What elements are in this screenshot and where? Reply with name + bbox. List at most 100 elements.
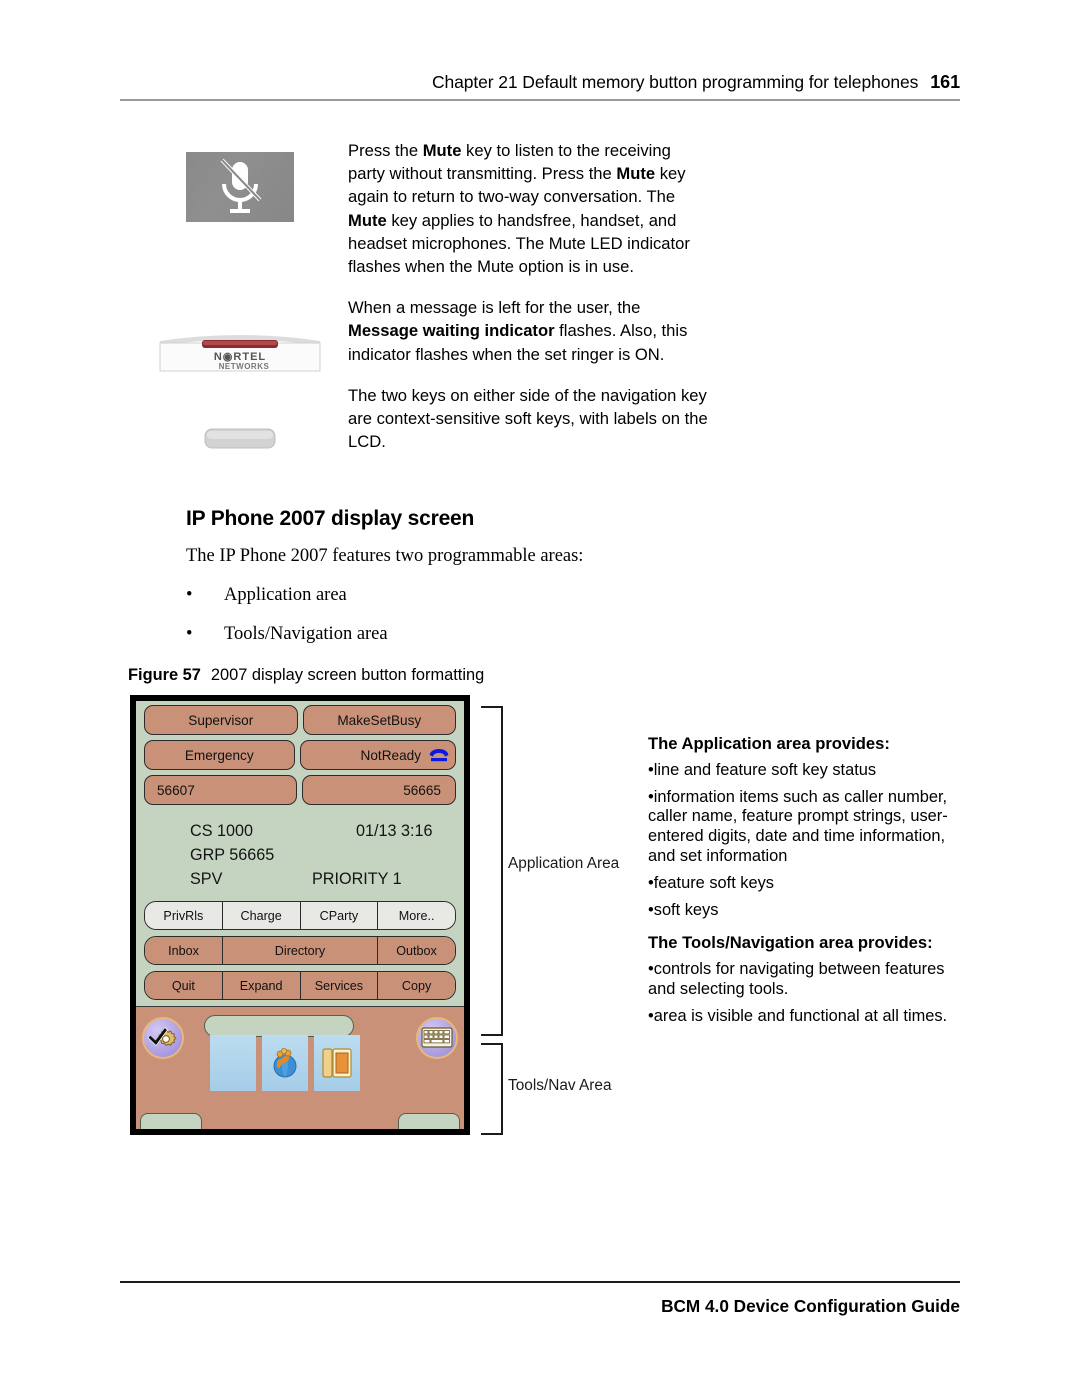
soft-key-services[interactable]: Services (300, 972, 379, 999)
bullet-tools-navigation-area: • Tools/Navigation area (186, 624, 746, 645)
mwi-part1: When a message is left for the user, the (348, 298, 641, 318)
annotation-tools-nav-area: Tools/Nav Area (508, 1077, 612, 1094)
bullet-label: Application area (224, 585, 347, 605)
nortel-phone-top-icon: N◉RTEL NETWORKS (159, 335, 321, 372)
application-area-heading: The Application area provides: (648, 734, 890, 753)
footer-rule (120, 1281, 960, 1283)
feature-key-56607[interactable]: 56607 (144, 775, 297, 805)
mute-microphone-icon (220, 158, 262, 213)
bullet-label: Tools/Navigation area (224, 624, 388, 644)
tools-nav-bottom-left-tab (140, 1113, 202, 1129)
info-group: GRP 56665 (190, 846, 275, 864)
world-globe-icon (273, 1048, 297, 1078)
gear-check-glyph (148, 1027, 177, 1047)
settings-gear-check-icon[interactable] (142, 1017, 184, 1059)
soft-key-copy[interactable]: Copy (378, 972, 455, 999)
tool-tile-phone-directory[interactable] (314, 1035, 360, 1091)
soft-key-row-2: Inbox Directory Outbox (144, 936, 456, 965)
display-info-block: CS 1000 01/13 3:16 GRP 56665 SPV PRIORIT… (144, 810, 456, 901)
keyboard-icon[interactable] (416, 1017, 458, 1059)
header-chapter-text: Chapter 21 Default memory button program… (431, 72, 919, 92)
application-area-region: Supervisor MakeSetBusy Emergency NotRead… (136, 701, 464, 1006)
tools-nav-bottom-right-tab (398, 1113, 460, 1129)
soft-key-row-1: PrivRls Charge CParty More.. (144, 901, 456, 930)
soft-key-cparty[interactable]: CParty (300, 902, 379, 929)
tools-nav-oval-indicator (204, 1015, 354, 1037)
svg-text:NETWORKS: NETWORKS (219, 362, 270, 371)
mute-bold-1: Mute (422, 141, 462, 160)
mute-bold-3: Mute (348, 210, 387, 230)
page-footer: BCM 4.0 Device Configuration Guide (661, 1296, 960, 1316)
header-page-number: 161 (930, 72, 960, 92)
soft-key-outbox[interactable]: Outbox (378, 937, 455, 964)
bullet-application-area: • Application area (186, 585, 746, 606)
info-system-name: CS 1000 (190, 822, 253, 840)
feature-key-label: 56607 (157, 782, 195, 798)
app-bullet-2: information items such as caller number,… (648, 788, 960, 867)
mute-p-part4: key applies to handsfree, handset, and h… (348, 210, 690, 277)
mute-bold-2: Mute (616, 164, 656, 184)
feature-key-label: Supervisor (188, 712, 254, 728)
app-bullet-4: soft keys (648, 901, 960, 921)
feature-key-notready[interactable]: NotReady (299, 740, 456, 770)
feature-key-label: 56665 (403, 782, 441, 798)
feature-key-makesetbusy[interactable]: MakeSetBusy (302, 705, 456, 735)
tool-tile-world-globe[interactable] (262, 1035, 308, 1091)
feature-key-row: Supervisor MakeSetBusy (144, 705, 456, 735)
soft-key-inbox[interactable]: Inbox (145, 937, 223, 964)
soft-key-button-icon (204, 428, 276, 449)
bullet-dot: • (186, 585, 193, 605)
soft-key-row-3: Quit Expand Services Copy (144, 971, 456, 1000)
phone-directory-icon (322, 1048, 352, 1078)
tools-nav-heading: The Tools/Navigation area provides: (648, 933, 933, 953)
page-header: Chapter 21 Default memory button program… (120, 72, 960, 93)
bracket-application-area (481, 706, 503, 1036)
keyboard-glyph (421, 1027, 453, 1048)
figure-caption-text: 2007 display screen button formatting (210, 666, 485, 684)
feature-key-label: MakeSetBusy (337, 712, 422, 728)
soft-key-charge[interactable]: Charge (222, 902, 301, 929)
info-line-2: GRP 56665 (144, 843, 456, 867)
description-column: The Application area provides: line and … (648, 734, 960, 1034)
feature-key-supervisor[interactable]: Supervisor (144, 705, 298, 735)
annotation-application-area: Application Area (508, 855, 620, 872)
tools-bullet-2: area is visible and functional at all ti… (648, 1007, 960, 1027)
paragraph-mute-key: Press the Mute key to listen to the rece… (348, 139, 708, 278)
tools-nav-area-region (136, 1006, 464, 1129)
section-body: The IP Phone 2007 features two programma… (186, 546, 746, 645)
soft-key-more[interactable]: More.. (378, 902, 455, 929)
feature-key-label: Emergency (184, 747, 254, 763)
top-text-block: Press the Mute key to listen to the rece… (348, 139, 708, 453)
message-waiting-indicator-image: N◉RTEL NETWORKS (156, 327, 324, 373)
soft-key-directory[interactable]: Directory (223, 937, 378, 964)
section-intro: The IP Phone 2007 features two programma… (186, 546, 584, 566)
mute-key-image (186, 152, 294, 222)
mwi-bold: Message waiting indicator (348, 321, 555, 341)
section-heading: IP Phone 2007 display screen (186, 507, 475, 530)
soft-key-image (204, 428, 276, 449)
paragraph-message-waiting: When a message is left for the user, the… (348, 296, 708, 366)
telephone-icon (429, 749, 449, 762)
soft-key-quit[interactable]: Quit (145, 972, 223, 999)
info-date-time: 01/13 3:16 (356, 822, 433, 840)
paragraph-soft-keys: The two keys on either side of the navig… (348, 385, 708, 452)
feature-key-row: Emergency NotReady (144, 740, 456, 770)
tools-bullet-1: controls for navigating between features… (648, 960, 960, 1000)
feature-key-emergency[interactable]: Emergency (144, 740, 295, 770)
feature-key-row: 56607 56665 (144, 775, 456, 805)
header-rule (120, 99, 960, 101)
feature-key-label: NotReady (360, 747, 421, 763)
figure-label: Figure 57 (128, 666, 201, 684)
phone-lcd: Supervisor MakeSetBusy Emergency NotRead… (136, 701, 464, 1129)
tool-tile-blank[interactable] (210, 1035, 256, 1091)
info-spv: SPV (190, 870, 223, 888)
feature-key-56665[interactable]: 56665 (301, 775, 456, 805)
ip-phone-2007-display-figure: Supervisor MakeSetBusy Emergency NotRead… (130, 695, 470, 1135)
soft-key-privrls[interactable]: PrivRls (145, 902, 223, 929)
info-line-3: SPV PRIORITY 1 (144, 867, 456, 891)
mute-p-part1: Press the (348, 141, 423, 160)
figure-caption: Figure 57 2007 display screen button form… (128, 666, 484, 685)
soft-key-expand[interactable]: Expand (222, 972, 301, 999)
info-line-1: CS 1000 01/13 3:16 (144, 819, 456, 843)
bullet-dot: • (186, 624, 193, 644)
